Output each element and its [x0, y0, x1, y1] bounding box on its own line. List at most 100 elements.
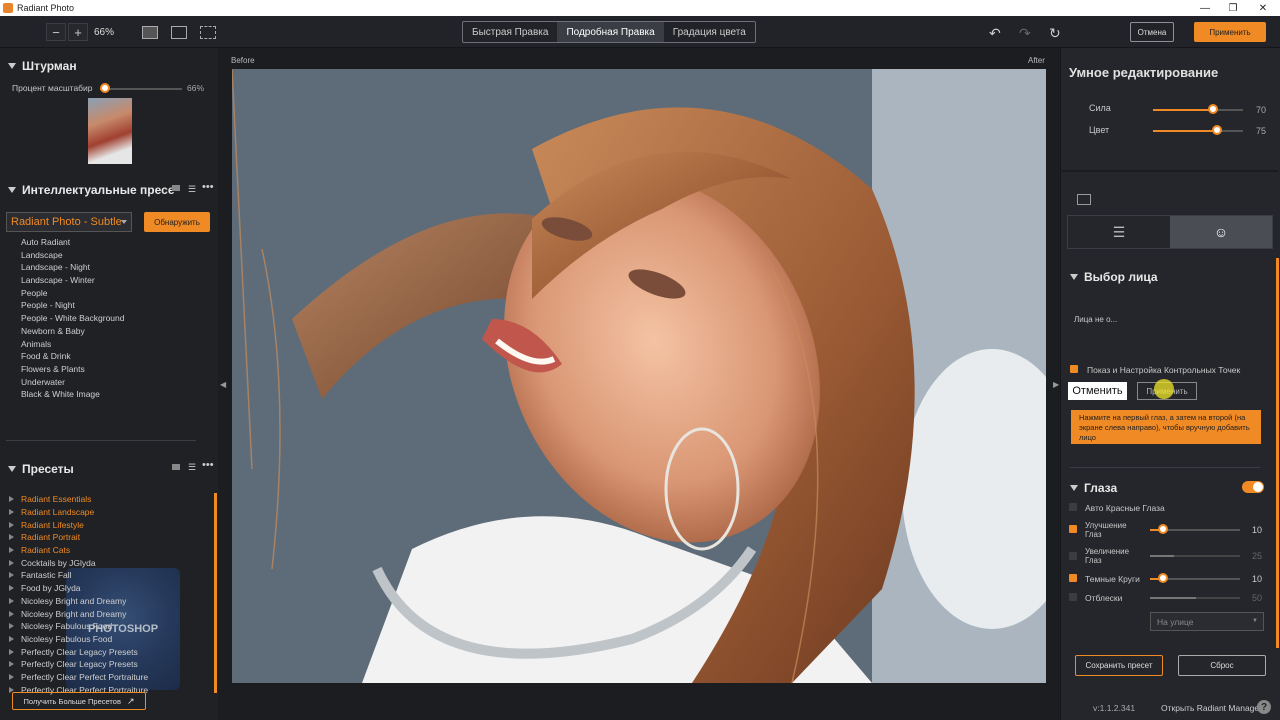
crop-view-icon[interactable]	[200, 26, 216, 39]
zoom-out-button[interactable]: −	[46, 23, 66, 41]
list-item[interactable]: Perfectly Clear Legacy Presets	[9, 645, 148, 658]
reset-button[interactable]: Сброс	[1178, 655, 1266, 676]
list-item-label: Food by JGlyda	[21, 583, 81, 594]
list-item[interactable]: Fantastic Fall	[9, 569, 148, 582]
edit-mode-tabs: Быстрая Правка Подробная Правка Градация…	[462, 21, 756, 43]
enhance-slider-knob[interactable]	[1158, 524, 1168, 534]
list-item[interactable]: Nicolesy Fabulous Food	[9, 633, 148, 646]
glare-checkbox[interactable]	[1069, 593, 1077, 601]
chevron-down-icon: ▼	[1252, 618, 1258, 624]
smart-presets-title: Интеллектуальные пресе	[22, 183, 175, 197]
navigator-thumbnail[interactable]	[88, 98, 132, 164]
list-item[interactable]: Nicolesy Bright and Dreamy	[9, 607, 148, 620]
face-cancel-button[interactable]: Отменить	[1068, 382, 1127, 400]
smart-presets-header[interactable]: Интеллектуальные пресе	[8, 183, 175, 197]
strength-slider-knob[interactable]	[1208, 104, 1218, 114]
list-item[interactable]: Landscape - Winter	[21, 275, 124, 288]
single-view-icon[interactable]	[142, 26, 158, 39]
list-item[interactable]: Perfectly Clear Perfect Portraiture	[9, 671, 148, 684]
list-item[interactable]: Auto Radiant	[21, 237, 124, 250]
tab-detailed-edit[interactable]: Подробная Правка	[557, 22, 664, 42]
redo-icon[interactable]: ↷	[1019, 25, 1031, 42]
list-item[interactable]: Newborn & Baby	[21, 326, 124, 339]
face-select-header[interactable]: Выбор лица	[1070, 270, 1158, 284]
restore-icon[interactable]: ❐	[1218, 0, 1248, 16]
list-item[interactable]: Food & Drink	[21, 351, 124, 364]
list-item[interactable]: Perfectly Clear Legacy Presets	[9, 658, 148, 671]
list-item[interactable]: Landscape - Night	[21, 262, 124, 275]
list-item[interactable]: Underwater	[21, 377, 124, 390]
list-item[interactable]: People - Night	[21, 300, 124, 313]
list-item[interactable]: Black & White Image	[21, 389, 124, 402]
list-item-label: Fantastic Fall	[21, 570, 72, 581]
tab-color-grading[interactable]: Градация цвета	[664, 22, 755, 42]
zoom-slider-track[interactable]	[100, 88, 182, 90]
face-retouch-tab-icon[interactable]: ☺	[1170, 216, 1272, 248]
list-item[interactable]: Flowers & Plants	[21, 364, 124, 377]
detect-button[interactable]: Обнаружить	[144, 212, 210, 232]
right-scrollbar[interactable]	[1276, 258, 1279, 648]
face-select-title: Выбор лица	[1084, 270, 1158, 284]
red-eye-checkbox[interactable]	[1069, 503, 1077, 511]
list-item-label: Radiant Essentials	[21, 494, 92, 505]
save-preset-button[interactable]: Сохранить пресет	[1075, 655, 1163, 676]
adjustments-tab-icon[interactable]: ☰	[1068, 216, 1170, 248]
eyes-header[interactable]: Глаза	[1070, 481, 1117, 495]
presets-list-view-icon[interactable]: ☰	[188, 462, 196, 473]
eyes-divider	[1070, 467, 1260, 468]
eyes-title: Глаза	[1084, 481, 1118, 495]
enlarge-slider-fill	[1150, 555, 1174, 557]
help-icon[interactable]: ?	[1257, 700, 1271, 714]
color-slider-knob[interactable]	[1212, 125, 1222, 135]
eyes-toggle[interactable]	[1242, 481, 1264, 493]
portrait-image	[232, 69, 1046, 683]
cancel-button[interactable]: Отмена	[1130, 22, 1174, 42]
glare-mode-select[interactable]: На улице ▼	[1150, 612, 1264, 631]
list-item-label: Radiant Lifestyle	[21, 519, 84, 530]
list-item[interactable]: Animals	[21, 339, 124, 352]
show-points-checkbox[interactable]	[1070, 365, 1078, 373]
list-item[interactable]: Radiant Portrait	[9, 531, 148, 544]
photo-preview[interactable]	[232, 69, 1046, 683]
glare-value: 50	[1252, 593, 1263, 603]
apply-button[interactable]: Применить	[1194, 22, 1266, 42]
list-item[interactable]: Radiant Lifestyle	[9, 518, 148, 531]
navigator-header[interactable]: Штурман	[8, 59, 77, 73]
red-eye-label: Авто Красные Глаза	[1085, 503, 1165, 513]
list-item[interactable]: Landscape	[21, 250, 124, 263]
presets-grid-view-icon[interactable]	[172, 464, 180, 470]
dark-circles-checkbox[interactable]	[1069, 574, 1077, 582]
presets-header[interactable]: Пресеты	[8, 462, 74, 476]
grid-view-icon[interactable]	[172, 185, 180, 191]
list-view-icon[interactable]: ☰	[188, 184, 196, 195]
more-options-icon[interactable]: •••	[202, 181, 214, 193]
list-item[interactable]: Radiant Landscape	[9, 506, 148, 519]
minimize-icon[interactable]: —	[1190, 0, 1220, 16]
list-item[interactable]: Nicolesy Bright and Dreamy	[9, 595, 148, 608]
enlarge-eyes-checkbox[interactable]	[1069, 552, 1077, 560]
dark-circles-value: 10	[1252, 574, 1263, 584]
open-manager-link[interactable]: Открыть Radiant Manager	[1161, 703, 1262, 713]
list-item[interactable]: Radiant Essentials	[9, 493, 148, 506]
list-item[interactable]: People - White Background	[21, 313, 124, 326]
zoom-slider-knob[interactable]	[100, 83, 110, 93]
collapse-right-icon[interactable]: ▶	[1053, 380, 1059, 389]
list-item[interactable]: Nicolesy Fabulous Food	[9, 620, 148, 633]
presets-more-icon[interactable]: •••	[202, 459, 214, 471]
get-more-presets-button[interactable]: Получить Больше Пресетов ↗	[12, 692, 146, 710]
smart-preset-select[interactable]: Radiant Photo - Subtle	[6, 212, 132, 232]
close-icon[interactable]: ✕	[1248, 0, 1278, 16]
list-item[interactable]: Cocktails by JGlyda	[9, 556, 148, 569]
split-view-icon[interactable]	[171, 26, 187, 39]
list-item[interactable]: Food by JGlyda	[9, 582, 148, 595]
list-item[interactable]: Radiant Cats	[9, 544, 148, 557]
tab-quick-edit[interactable]: Быстрая Правка	[463, 22, 557, 42]
list-item[interactable]: People	[21, 288, 124, 301]
undo-icon[interactable]: ↶	[989, 25, 1001, 42]
presets-scrollbar[interactable]	[214, 493, 217, 693]
enhance-eyes-checkbox[interactable]	[1069, 525, 1077, 533]
collapse-left-icon[interactable]: ◀	[220, 380, 226, 389]
dark-circles-slider-knob[interactable]	[1158, 573, 1168, 583]
reset-icon[interactable]: ↻	[1049, 25, 1061, 42]
zoom-in-button[interactable]: +	[68, 23, 88, 41]
